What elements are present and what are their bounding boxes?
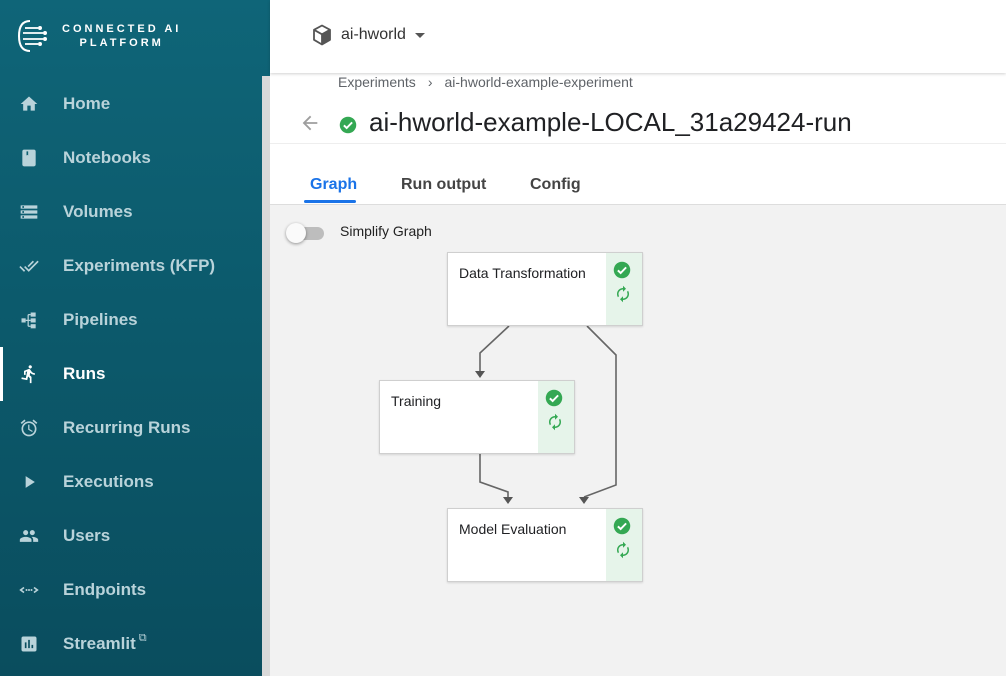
back-button[interactable] bbox=[299, 112, 321, 139]
sidebar-item-label: Endpoints bbox=[63, 580, 147, 599]
active-tab-indicator bbox=[304, 200, 356, 203]
arrow-back-icon bbox=[302, 115, 318, 131]
node-status-panel bbox=[538, 381, 574, 453]
run-icon bbox=[18, 363, 40, 385]
page-title: ai-hworld-example-LOCAL_31a29424-run bbox=[369, 107, 852, 137]
graph-node-training[interactable]: Training bbox=[379, 380, 575, 454]
sidebar: CONNECTED AI PLATFORM Home Notebooks Vol… bbox=[0, 0, 270, 676]
edge-training-to-model-evaluation bbox=[479, 454, 509, 498]
tab-graph[interactable]: Graph bbox=[310, 176, 357, 194]
double-check-icon bbox=[18, 255, 40, 277]
tab-bar: Graph Run output Config bbox=[270, 160, 1006, 204]
logo-line-2: PLATFORM bbox=[79, 37, 164, 49]
sidebar-item-label: Recurring Runs bbox=[63, 418, 191, 437]
sidebar-item-label: Users bbox=[63, 526, 111, 545]
chart-icon bbox=[18, 633, 40, 655]
sidebar-item-label: Volumes bbox=[63, 202, 133, 221]
breadcrumb-experiments-link[interactable]: Experiments bbox=[338, 74, 416, 90]
node-name: Training bbox=[391, 393, 442, 409]
success-check-icon bbox=[613, 517, 631, 540]
sidebar-nav: Home Notebooks Volumes Experiments (KFP)… bbox=[0, 77, 262, 671]
sidebar-item-label: Home bbox=[63, 94, 111, 113]
sidebar-item-label: Runs bbox=[63, 364, 106, 383]
sidebar-item-label: Streamlit bbox=[63, 634, 136, 653]
sidebar-item-experiments[interactable]: Experiments (KFP) bbox=[0, 239, 262, 293]
pipeline-icon bbox=[18, 309, 40, 331]
logo-icon bbox=[17, 20, 47, 52]
play-icon bbox=[18, 471, 40, 493]
sidebar-item-users[interactable]: Users bbox=[0, 509, 262, 563]
tab-config[interactable]: Config bbox=[530, 176, 581, 194]
arrowhead bbox=[503, 497, 513, 504]
edge-data-transformation-to-model-evaluation bbox=[583, 325, 617, 498]
sidebar-item-volumes[interactable]: Volumes bbox=[0, 185, 262, 239]
run-status-icon bbox=[339, 116, 357, 139]
header-divider bbox=[270, 143, 1006, 144]
logo-line-1: CONNECTED AI bbox=[62, 23, 182, 35]
alarm-icon bbox=[18, 417, 40, 439]
breadcrumb-separator: › bbox=[427, 74, 433, 90]
sidebar-item-executions[interactable]: Executions bbox=[0, 455, 262, 509]
external-link-icon: ⧉ bbox=[138, 631, 147, 644]
graph-canvas: Simplify Graph Data Transformation Train… bbox=[270, 204, 1006, 676]
retry-icon[interactable] bbox=[546, 413, 564, 436]
sidebar-scrollbar[interactable] bbox=[262, 76, 270, 676]
retry-icon[interactable] bbox=[614, 541, 632, 564]
sidebar-item-label: Executions bbox=[63, 472, 154, 491]
edge-data-transformation-to-training bbox=[479, 325, 510, 372]
logo[interactable]: CONNECTED AI PLATFORM bbox=[16, 18, 181, 54]
sidebar-item-home[interactable]: Home bbox=[0, 77, 262, 131]
tab-run-output[interactable]: Run output bbox=[401, 176, 486, 194]
chevron-down-icon bbox=[414, 32, 425, 38]
breadcrumb: Experiments › ai-hworld-example-experime… bbox=[338, 74, 633, 90]
arrowhead bbox=[579, 497, 589, 504]
namespace-selector[interactable]: ai-hworld bbox=[312, 24, 425, 46]
sidebar-item-label: Experiments (KFP) bbox=[63, 256, 216, 275]
notebook-icon bbox=[18, 147, 40, 169]
namespace-label: ai-hworld bbox=[341, 26, 406, 43]
sidebar-item-endpoints[interactable]: Endpoints bbox=[0, 563, 262, 617]
graph-node-model-evaluation[interactable]: Model Evaluation bbox=[447, 508, 643, 582]
home-icon bbox=[18, 93, 40, 115]
graph-node-data-transformation[interactable]: Data Transformation bbox=[447, 252, 643, 326]
node-name: Model Evaluation bbox=[459, 521, 567, 537]
sidebar-item-notebooks[interactable]: Notebooks bbox=[0, 131, 262, 185]
success-check-icon bbox=[545, 389, 563, 412]
sidebar-item-streamlit[interactable]: Streamlit ⧉ bbox=[0, 617, 262, 671]
sidebar-item-runs[interactable]: Runs bbox=[0, 347, 262, 401]
logo-text: CONNECTED AI PLATFORM bbox=[62, 22, 181, 50]
sidebar-item-label: Pipelines bbox=[63, 310, 138, 329]
cube-icon bbox=[313, 24, 331, 46]
users-icon bbox=[18, 525, 40, 547]
node-status-panel bbox=[606, 509, 642, 581]
sidebar-item-recurring-runs[interactable]: Recurring Runs bbox=[0, 401, 262, 455]
endpoints-icon bbox=[18, 579, 40, 601]
success-check-icon bbox=[613, 261, 631, 284]
volumes-icon bbox=[18, 201, 40, 223]
arrowhead bbox=[475, 371, 485, 378]
sidebar-item-pipelines[interactable]: Pipelines bbox=[0, 293, 262, 347]
node-name: Data Transformation bbox=[459, 265, 586, 281]
retry-icon[interactable] bbox=[614, 285, 632, 308]
node-status-panel bbox=[606, 253, 642, 325]
top-bar: ai-hworld bbox=[270, 0, 1006, 73]
sidebar-item-label: Notebooks bbox=[63, 148, 151, 167]
breadcrumb-experiment-link[interactable]: ai-hworld-example-experiment bbox=[444, 74, 632, 90]
